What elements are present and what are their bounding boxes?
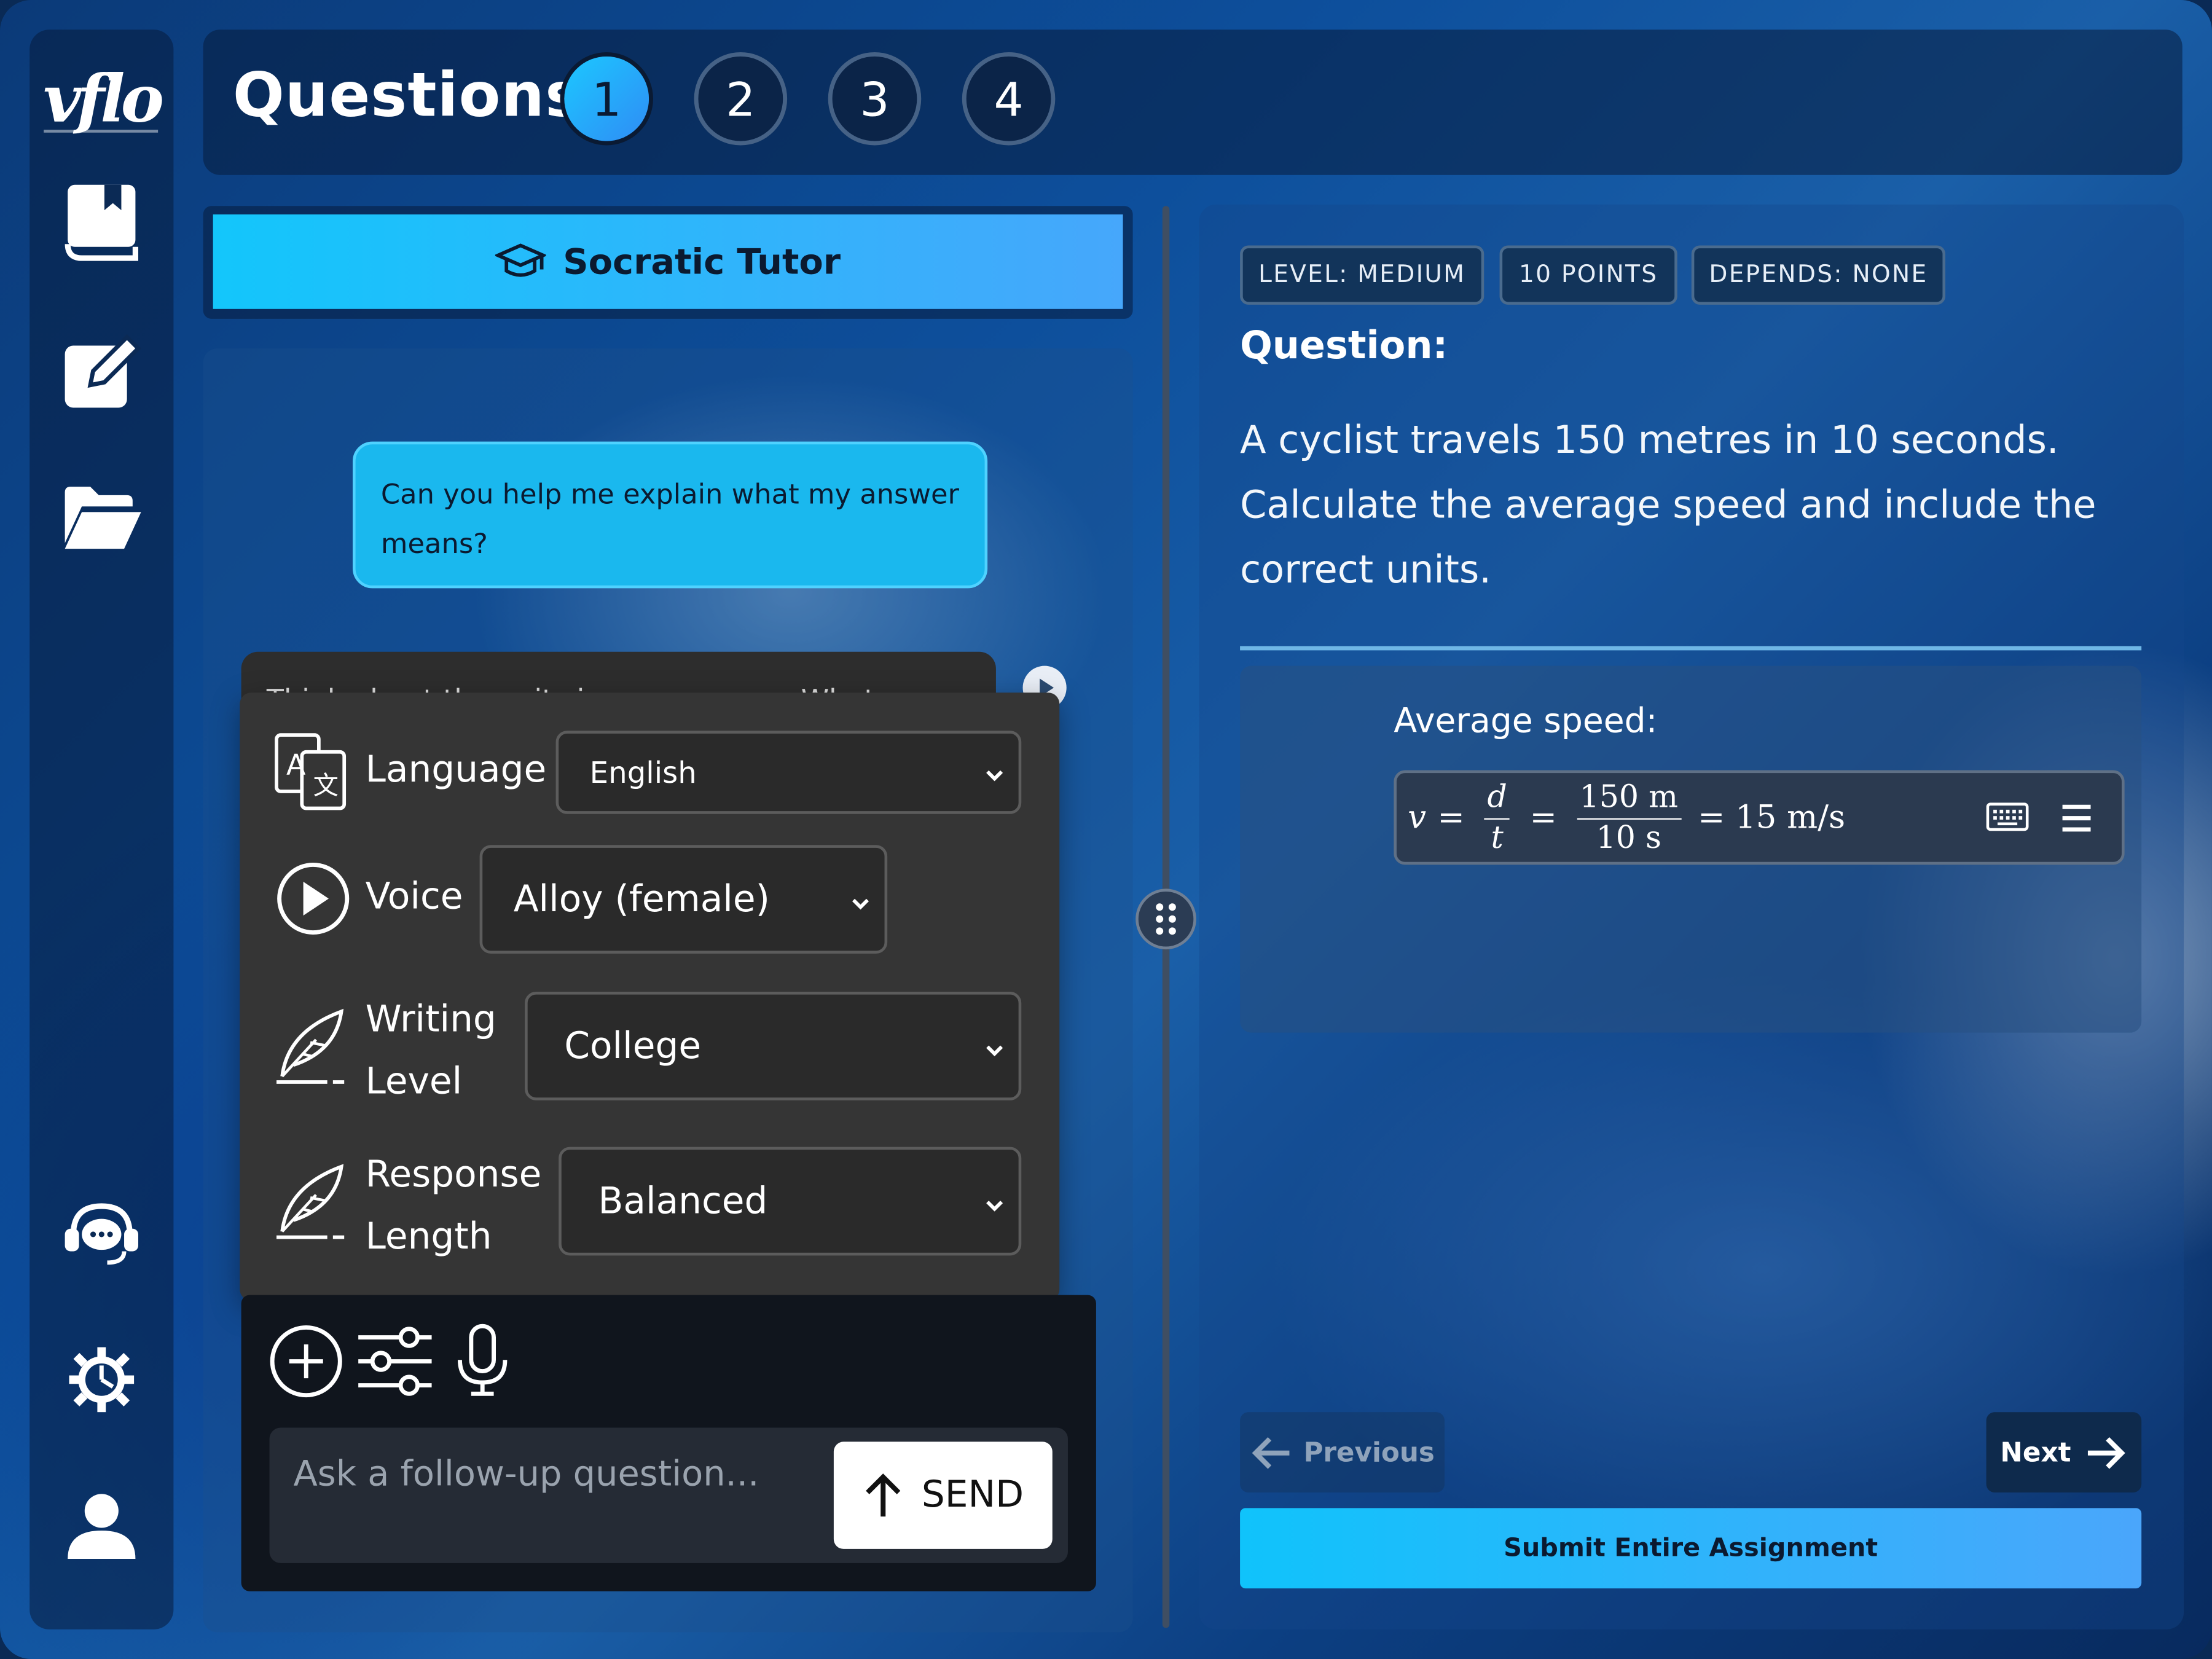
tutor-header: Socratic Tutor bbox=[213, 214, 1123, 309]
question-step-4[interactable]: 4 bbox=[962, 52, 1056, 146]
submit-assignment-button[interactable]: Submit Entire Assignment bbox=[1240, 1508, 2142, 1589]
microphone-icon[interactable] bbox=[454, 1324, 511, 1405]
book-icon[interactable] bbox=[29, 182, 173, 261]
writing-level-select-value: College bbox=[564, 1024, 702, 1067]
app-window: vflo Questions 1 2 3 4 Socratic Tutor Ca… bbox=[0, 0, 2212, 1659]
voice-select[interactable]: Alloy (female) bbox=[479, 845, 888, 954]
voice-select-value: Alloy (female) bbox=[513, 878, 770, 921]
math-d: d bbox=[1484, 778, 1510, 819]
question-step-1[interactable]: 1 bbox=[560, 52, 654, 146]
quill-pen-icon bbox=[273, 1158, 353, 1249]
voice-label: Voice bbox=[365, 876, 463, 919]
response-length-select-value: Balanced bbox=[598, 1180, 768, 1223]
response-length-label-line1: Response bbox=[365, 1154, 542, 1196]
tutor-title: Socratic Tutor bbox=[563, 241, 841, 283]
quill-pen-icon bbox=[273, 1003, 353, 1093]
writing-level-label: Writing Level bbox=[366, 989, 496, 1113]
settings-gear-icon[interactable] bbox=[29, 1344, 173, 1415]
user-profile-icon[interactable] bbox=[29, 1491, 173, 1562]
math-fraction-values: 150 m 10 s bbox=[1577, 778, 1681, 858]
previous-button[interactable]: Previous bbox=[1240, 1412, 1445, 1493]
math-fraction-dt: d t bbox=[1484, 778, 1510, 858]
math-t: t bbox=[1491, 820, 1504, 856]
arrow-left-icon bbox=[1252, 1436, 1290, 1469]
math-result: = 15 m/s bbox=[1698, 799, 1846, 837]
math-numerator: 150 m bbox=[1577, 778, 1681, 819]
chevron-down-icon bbox=[850, 878, 870, 920]
question-label: Question: bbox=[1240, 324, 1448, 369]
sidebar: vflo bbox=[29, 29, 174, 1630]
page-title: Questions bbox=[232, 60, 582, 131]
language-icon: A文 bbox=[273, 732, 353, 817]
svg-text:A: A bbox=[286, 748, 306, 781]
level-badge: LEVEL: MEDIUM bbox=[1240, 245, 1484, 305]
writing-level-label-line2: Level bbox=[365, 1061, 463, 1104]
arrow-right-icon bbox=[2088, 1436, 2125, 1469]
next-button-label: Next bbox=[2000, 1437, 2071, 1468]
app-logo[interactable]: vflo bbox=[29, 61, 173, 137]
writing-level-label-line1: Writing bbox=[365, 998, 496, 1041]
answer-label: Average speed: bbox=[1394, 701, 1658, 741]
graduation-cap-icon bbox=[495, 243, 546, 276]
question-text: A cyclist travels 150 metres in 10 secon… bbox=[1240, 418, 2096, 593]
response-length-label: Response Length bbox=[366, 1144, 542, 1268]
tutor-settings-popup: A文 Language English Voice Alloy (female)… bbox=[240, 692, 1060, 1301]
send-button-label: SEND bbox=[921, 1474, 1024, 1517]
language-select[interactable]: English bbox=[555, 731, 1022, 814]
question-step-2[interactable]: 2 bbox=[694, 52, 788, 146]
follow-up-input-placeholder: Ask a follow-up question... bbox=[293, 1453, 759, 1494]
drag-handle-icon[interactable] bbox=[1135, 888, 1196, 950]
support-chat-icon[interactable] bbox=[29, 1198, 173, 1268]
math-denominator: 10 s bbox=[1596, 820, 1661, 856]
writing-level-select[interactable]: College bbox=[525, 992, 1022, 1100]
voice-play-icon bbox=[273, 859, 353, 944]
keyboard-icon[interactable] bbox=[1986, 801, 2029, 838]
logo-divider bbox=[44, 130, 159, 133]
arrow-up-icon bbox=[866, 1473, 901, 1517]
next-button[interactable]: Next bbox=[1986, 1412, 2142, 1493]
previous-button-label: Previous bbox=[1303, 1437, 1435, 1468]
svg-text:文: 文 bbox=[313, 771, 339, 801]
language-label: Language bbox=[365, 749, 547, 791]
send-button[interactable]: SEND bbox=[833, 1441, 1053, 1549]
chevron-down-icon bbox=[985, 1025, 1005, 1067]
question-divider bbox=[1240, 646, 2142, 651]
math-equals: = bbox=[1529, 799, 1557, 837]
user-message-bubble: Can you help me explain what my answer m… bbox=[352, 441, 988, 589]
menu-icon[interactable] bbox=[2060, 802, 2093, 839]
points-badge: 10 POINTS bbox=[1499, 245, 1677, 305]
math-equals: = bbox=[1437, 799, 1465, 837]
add-attachment-icon[interactable] bbox=[268, 1324, 344, 1405]
question-step-3[interactable]: 3 bbox=[828, 52, 922, 146]
folder-icon[interactable] bbox=[29, 484, 173, 551]
settings-sliders-icon[interactable] bbox=[356, 1324, 435, 1405]
response-length-select[interactable]: Balanced bbox=[559, 1147, 1022, 1256]
math-v: v bbox=[1408, 799, 1427, 837]
edit-icon[interactable] bbox=[29, 332, 173, 411]
chevron-down-icon bbox=[985, 1180, 1005, 1223]
math-expression: v = d t = 150 m 10 s = 15 m/s bbox=[1408, 774, 1845, 861]
language-select-value: English bbox=[589, 755, 697, 790]
top-bar: Questions 1 2 3 4 bbox=[203, 29, 2183, 175]
chevron-down-icon bbox=[985, 755, 1005, 789]
response-length-label-line2: Length bbox=[365, 1216, 492, 1258]
depends-badge: DEPENDS: NONE bbox=[1691, 245, 1946, 305]
